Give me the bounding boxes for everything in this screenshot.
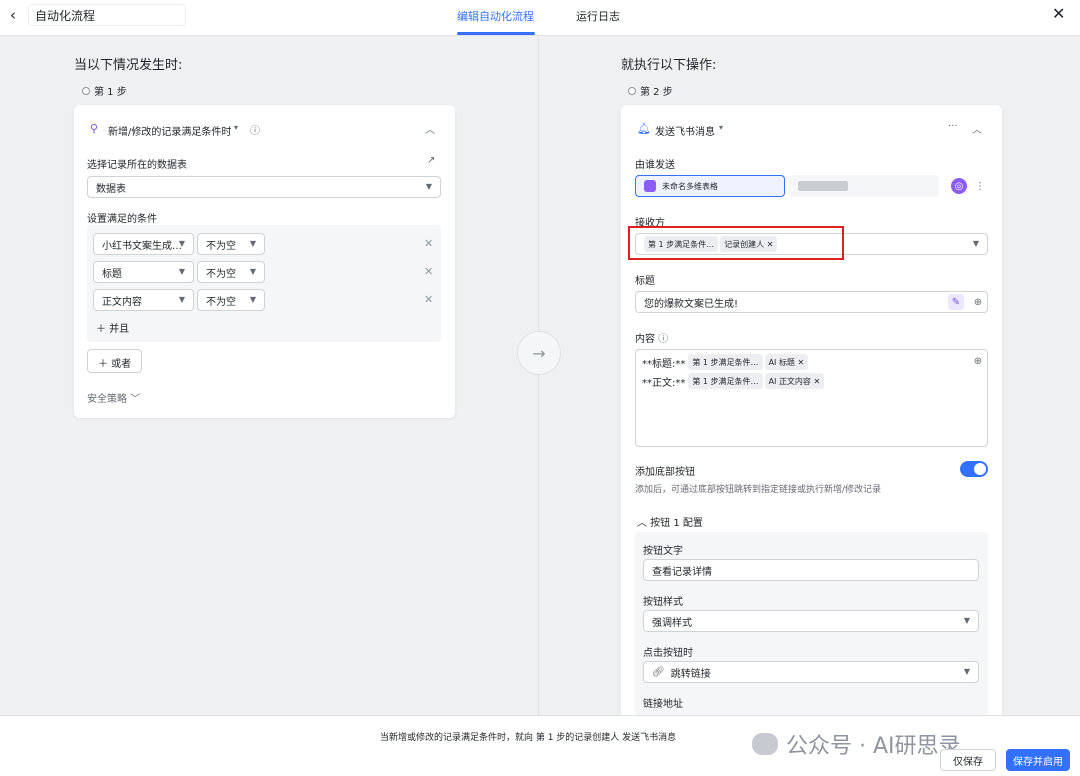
variable-tag[interactable]: AI 标题 ✕ [764, 354, 809, 370]
chevron-down-icon: ▼ [963, 667, 970, 676]
watermark: 公众号 · AI研思录 [752, 728, 961, 760]
security-policy-toggle[interactable]: 安全策略 ﹀ [87, 390, 140, 405]
ai-edit-icon[interactable]: ✎ [948, 294, 964, 310]
title-input[interactable]: 您的爆款文案已生成! [635, 291, 988, 313]
chevron-down-icon: ▼ [249, 267, 256, 276]
condition-operator-select[interactable]: 不为空 ▼ [197, 261, 265, 283]
content-editor[interactable]: **标题:** 第 1 步满足条件… AI 标题 ✕ **正文:** 第 1 步… [635, 349, 988, 447]
add-circle-icon[interactable]: ⊕ [970, 294, 986, 310]
chevron-down-icon: ▼ [249, 295, 256, 304]
table-label: 选择记录所在的数据表 [87, 160, 187, 171]
condition-operator-select[interactable]: 不为空 ▼ [197, 289, 265, 311]
bell-icon: 🔔︎ [637, 122, 651, 135]
chevron-down-icon: ▼ [963, 616, 970, 625]
step-1-label: 第 1 步 [82, 83, 127, 98]
variable-tag[interactable]: AI 正文内容 ✕ [764, 373, 825, 389]
button-style-select[interactable]: 强调样式 ▼ [643, 610, 979, 632]
sender-account-field[interactable] [789, 175, 939, 197]
save-and-enable-button[interactable]: 保存并启用 [1006, 749, 1070, 771]
table-select[interactable]: 数据表 ▼ [87, 176, 441, 198]
add-and-condition-button[interactable]: ＋ 并且 [96, 320, 129, 335]
on-click-select[interactable]: 🔗︎ 跳转链接 ▼ [643, 661, 979, 683]
chevron-down-icon: ▼ [249, 239, 256, 248]
save-button[interactable]: 仅保存 [940, 749, 996, 771]
condition-field-select[interactable]: 小红书文案生成… ▼ [93, 233, 194, 255]
title-label: 标题 [635, 276, 655, 287]
close-icon[interactable]: ✕ [1052, 4, 1065, 23]
link-icon: 🔗︎ [652, 666, 665, 678]
arrow-right-icon: → [517, 331, 561, 375]
filter-icon: ⚲ [90, 122, 99, 135]
chevron-down-icon[interactable]: ▾ [234, 123, 238, 132]
step-2-label: 第 2 步 [628, 83, 673, 98]
condition-field-select[interactable]: 标题 ▼ [93, 261, 194, 283]
trigger-card: ⚲ 新增/修改的记录满足条件时 ▾ ⓘ ︿ 选择记录所在的数据表 ↗ 数据表 ▼… [74, 105, 455, 418]
action-type-label[interactable]: 发送飞书消息 [655, 123, 715, 138]
conditions-label: 设置满足的条件 [87, 214, 157, 225]
collapse-icon[interactable]: ︿ [425, 121, 435, 136]
active-tab-indicator [457, 32, 535, 35]
button-text-label: 按钮文字 [643, 546, 683, 557]
app-icon [644, 180, 656, 192]
content-label: 内容 ⓘ [635, 334, 669, 345]
step-dot-icon [82, 86, 90, 95]
action-heading: 就执行以下操作: [621, 58, 717, 73]
trigger-type-label[interactable]: 新增/修改的记录满足条件时 [108, 123, 231, 138]
step-dot-icon [628, 86, 636, 95]
button-text-input[interactable]: 查看记录详情 [643, 559, 979, 581]
info-icon[interactable]: ⓘ [250, 122, 260, 137]
receiver-highlight-box [628, 226, 844, 260]
variable-tag: 第 1 步满足条件… [688, 373, 763, 389]
trigger-heading: 当以下情况发生时: [74, 58, 183, 73]
bot-icon[interactable]: ◎ [951, 178, 967, 194]
content-line: **标题:** 第 1 步满足条件… AI 标题 ✕ [642, 354, 810, 370]
chevron-down-icon: ▼ [178, 239, 185, 248]
info-icon[interactable]: ⓘ [658, 334, 668, 345]
remove-condition-icon[interactable]: ✕ [424, 293, 433, 306]
toggle-knob [974, 463, 986, 475]
remove-condition-icon[interactable]: ✕ [424, 237, 433, 250]
open-external-icon[interactable]: ↗ [427, 155, 435, 166]
tab-edit-flow[interactable]: 编辑自动化流程 [457, 8, 534, 24]
chevron-down-icon: ▼ [425, 182, 432, 191]
wechat-logo-icon [752, 733, 778, 755]
button-style-label: 按钮样式 [643, 597, 683, 608]
top-bar: ‹ 自动化流程 编辑自动化流程 运行日志 ✕ [0, 0, 1080, 36]
condition-field-select[interactable]: 正文内容 ▼ [93, 289, 194, 311]
on-click-label: 点击按钮时 [643, 648, 693, 659]
chevron-down-icon: ▼ [972, 239, 979, 248]
variable-tag: 第 1 步满足条件… [688, 354, 763, 370]
link-url-label: 链接地址 [643, 699, 683, 710]
bottom-button-label: 添加底部按钮 [635, 467, 695, 478]
add-circle-icon[interactable]: ⊕ [970, 353, 986, 369]
bottom-button-hint: 添加后，可通过底部按钮跳转到指定链接或执行新增/修改记录 [635, 485, 882, 495]
sender-select[interactable]: 未命名多维表格 [635, 175, 785, 197]
sender-label: 由谁发送 [635, 160, 675, 171]
chevron-down-icon: ▼ [178, 295, 185, 304]
flow-title-input[interactable]: 自动化流程 [28, 4, 186, 26]
blurred-avatar [798, 181, 848, 191]
button-config-area: 按钮文字 查看记录详情 按钮样式 强调样式 ▼ 点击按钮时 🔗︎ 跳转链接 ▼ … [635, 532, 988, 716]
conditions-area: 小红书文案生成… ▼ 不为空 ▼ ✕ 标题 ▼ 不为空 ▼ ✕ 正文内容 ▼ 不… [87, 225, 441, 342]
bottom-button-toggle[interactable] [960, 461, 988, 477]
more-icon[interactable]: ··· [948, 121, 958, 132]
content-line: **正文:** 第 1 步满足条件… AI 正文内容 ✕ [642, 373, 826, 389]
condition-operator-select[interactable]: 不为空 ▼ [197, 233, 265, 255]
panel-divider [538, 37, 539, 715]
remove-condition-icon[interactable]: ✕ [424, 265, 433, 278]
footer-bar: 当新增或修改的记录满足条件时，就向 第 1 步的记录创建人 发送飞书消息 公众号… [0, 715, 1080, 776]
collapse-icon[interactable]: ︿ [972, 121, 982, 136]
chevron-down-icon: ▼ [178, 267, 185, 276]
more-vertical-icon[interactable]: ⋮ [972, 178, 988, 194]
tab-run-log[interactable]: 运行日志 [576, 8, 620, 24]
back-icon[interactable]: ‹ [10, 6, 16, 24]
chevron-down-icon[interactable]: ▾ [719, 123, 723, 132]
button-config-toggle[interactable]: ︿ 按钮 1 配置 [637, 514, 703, 529]
flow-summary: 当新增或修改的记录满足条件时，就向 第 1 步的记录创建人 发送飞书消息 [380, 733, 677, 743]
add-or-condition-button[interactable]: ＋ 或者 [87, 349, 143, 373]
